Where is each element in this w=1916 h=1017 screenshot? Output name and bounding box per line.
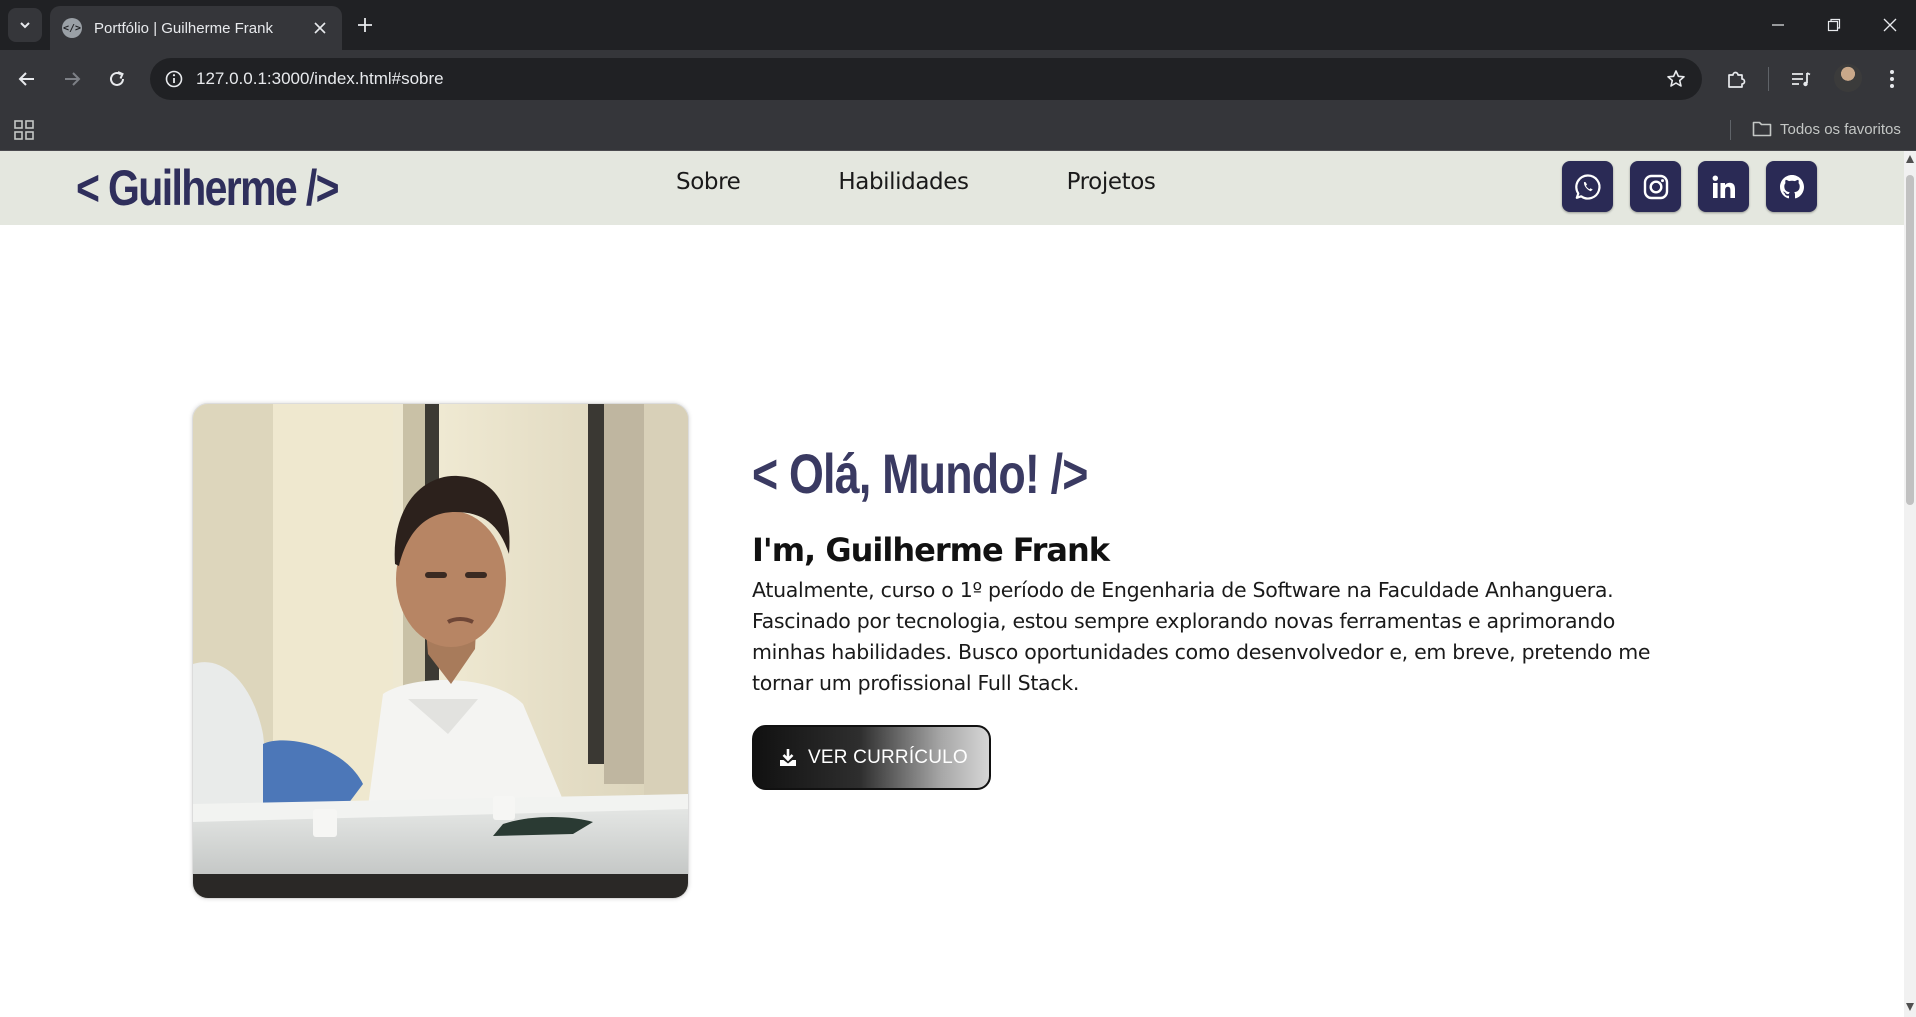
site-info-button[interactable]	[154, 59, 194, 99]
whatsapp-icon	[1574, 173, 1601, 200]
download-icon	[780, 748, 796, 766]
nav-link-sobre[interactable]: Sobre	[676, 169, 741, 195]
site-nav: Sobre Habilidades Projetos	[676, 169, 1156, 195]
view-resume-button[interactable]: VER CURRÍCULO	[752, 725, 991, 790]
hero-name: I'm, Guilherme Frank	[752, 531, 1110, 569]
social-links	[1562, 161, 1817, 212]
folder-icon	[1752, 121, 1772, 137]
url-text: 127.0.0.1:3000/index.html#sobre	[196, 69, 444, 88]
close-icon	[314, 22, 326, 34]
hero-greeting: < Olá, Mundo! />	[752, 442, 1088, 505]
bookmarks-bar: Todos os favoritos	[0, 108, 1916, 151]
linkedin-link[interactable]	[1698, 161, 1749, 212]
linkedin-icon	[1712, 175, 1735, 198]
plus-icon	[358, 18, 372, 32]
extensions-button[interactable]	[1719, 62, 1753, 96]
page-viewport: < Guilherme /> Sobre Habilidades Projeto…	[0, 151, 1916, 1017]
minimize-button[interactable]	[1750, 0, 1806, 50]
all-bookmarks-label: Todos os favoritos	[1780, 120, 1901, 138]
apps-grid-icon[interactable]	[12, 118, 36, 142]
tab-search-button[interactable]	[8, 8, 42, 42]
puzzle-icon	[1728, 71, 1746, 88]
close-window-button[interactable]	[1862, 0, 1916, 50]
media-control-button[interactable]	[1784, 62, 1818, 96]
browser-tab[interactable]: </> Portfólio | Guilherme Frank	[50, 6, 342, 50]
scroll-down-arrow[interactable]	[1906, 1003, 1914, 1011]
chevron-down-icon	[20, 22, 30, 29]
site-header: < Guilherme /> Sobre Habilidades Projeto…	[0, 151, 1904, 225]
site-logo[interactable]: < Guilherme />	[76, 157, 340, 219]
info-icon	[165, 70, 183, 88]
arrow-right-icon	[65, 72, 81, 86]
playlist-icon	[1792, 72, 1811, 87]
profile-photo	[192, 403, 689, 899]
reload-button[interactable]	[100, 62, 134, 96]
minimize-icon	[1772, 24, 1784, 26]
view-resume-label: VER CURRÍCULO	[808, 746, 968, 768]
star-icon	[1667, 70, 1685, 87]
browser-toolbar: 127.0.0.1:3000/index.html#sobre	[0, 50, 1916, 108]
scroll-up-arrow[interactable]	[1906, 155, 1914, 163]
new-tab-button[interactable]	[350, 10, 380, 40]
nav-link-habilidades[interactable]: Habilidades	[838, 169, 969, 195]
github-icon	[1779, 174, 1804, 198]
forward-button[interactable]	[55, 62, 89, 96]
nav-link-projetos[interactable]: Projetos	[1067, 169, 1156, 195]
address-bar[interactable]: 127.0.0.1:3000/index.html#sobre	[150, 58, 1702, 100]
tab-close-button[interactable]	[306, 14, 334, 42]
scroll-thumb[interactable]	[1906, 175, 1914, 505]
back-button[interactable]	[10, 62, 44, 96]
instagram-icon	[1643, 174, 1668, 199]
restore-icon	[1827, 18, 1841, 32]
tab-title: Portfólio | Guilherme Frank	[94, 19, 273, 37]
hero-description: Atualmente, curso o 1º período de Engenh…	[752, 578, 1651, 695]
bookmark-star-button[interactable]	[1656, 59, 1696, 99]
instagram-link[interactable]	[1630, 161, 1681, 212]
profile-photo-illustration	[193, 404, 688, 898]
reload-icon	[110, 71, 124, 86]
close-icon	[1883, 18, 1897, 32]
browser-tab-bar: </> Portfólio | Guilherme Frank	[0, 0, 1916, 50]
profile-avatar[interactable]	[1834, 64, 1862, 92]
bookmarks-divider	[1730, 120, 1731, 140]
github-link[interactable]	[1766, 161, 1817, 212]
more-vert-icon	[1890, 70, 1894, 88]
browser-menu-button[interactable]	[1875, 62, 1909, 96]
restore-button[interactable]	[1806, 0, 1862, 50]
toolbar-divider	[1768, 67, 1769, 91]
favicon-icon: </>	[62, 18, 82, 38]
arrow-left-icon	[18, 72, 34, 86]
all-bookmarks-button[interactable]: Todos os favoritos	[1752, 116, 1901, 142]
page-scrollbar[interactable]	[1904, 151, 1916, 1017]
whatsapp-link[interactable]	[1562, 161, 1613, 212]
